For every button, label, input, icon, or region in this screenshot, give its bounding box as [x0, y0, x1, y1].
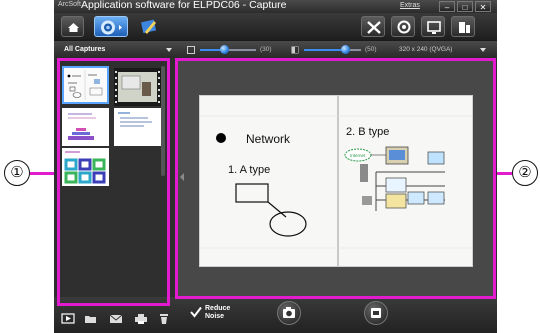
capture-thumbnail-3[interactable] — [62, 108, 109, 146]
capture-photo-button[interactable] — [277, 301, 301, 325]
tools-button[interactable] — [361, 16, 385, 37]
brightness-slider-handle[interactable] — [219, 45, 229, 54]
freeze-button[interactable] — [451, 16, 475, 37]
annotate-button[interactable] — [137, 16, 161, 37]
capture-mode-button[interactable] — [94, 16, 128, 37]
contrast-slider-fill — [304, 49, 346, 51]
thumbnail-image — [62, 148, 109, 186]
contrast-value: (50) — [365, 46, 377, 53]
delete-icon[interactable] — [157, 313, 171, 325]
minimize-button[interactable]: – — [439, 1, 455, 12]
capture-controls-bar: All Captures (30) (50) 320 x 240 (QVGA) — [54, 40, 497, 58]
bottom-toolbar: Reduce Noise — [54, 297, 497, 333]
slideshow-icon[interactable] — [61, 313, 75, 325]
collapse-arrow-icon[interactable] — [180, 173, 184, 181]
open-folder-icon[interactable] — [84, 313, 98, 325]
reduce-noise-checkbox[interactable] — [190, 306, 202, 318]
home-button[interactable] — [61, 16, 84, 37]
reduce-noise-label-line-1: Reduce — [205, 305, 231, 312]
reduce-noise-label-line-2: Noise — [205, 313, 225, 320]
callout-1-leader — [30, 172, 57, 175]
freeze-icon — [459, 22, 470, 33]
slide-left-heading: 1. A type — [228, 164, 270, 176]
thumbnail-image — [114, 108, 161, 146]
video-thumbnail-image — [114, 68, 161, 106]
main-toolbar — [54, 13, 497, 40]
callout-2-leader — [496, 172, 512, 175]
close-button[interactable]: ✕ — [475, 1, 491, 12]
live-preview-image: Network 1. A type 2. B type Internet — [199, 95, 473, 267]
display-button[interactable] — [421, 16, 445, 37]
application-window: ArcSoft Application software for ELPDC06… — [54, 0, 497, 333]
contrast-icon — [291, 46, 299, 54]
callout-1: ① — [4, 160, 30, 186]
restore-button[interactable]: □ — [457, 1, 473, 12]
camera-detect-icon — [397, 20, 411, 34]
slide-right-heading: 2. B type — [346, 126, 389, 138]
preview-area: Network 1. A type 2. B type Internet — [177, 60, 495, 296]
thumbnail-image — [64, 68, 107, 102]
whiteboard-content: Network 1. A type 2. B type Internet — [200, 96, 472, 266]
display-icon — [427, 21, 441, 34]
title-bar: ArcSoft Application software for ELPDC06… — [54, 0, 497, 13]
home-icon — [68, 23, 79, 32]
camera-icon — [283, 307, 295, 318]
camera-capture-mode-icon — [101, 20, 122, 35]
record-video-button[interactable] — [364, 301, 388, 325]
capture-thumbnail-2[interactable] — [114, 68, 161, 106]
video-camera-icon — [371, 308, 381, 318]
capture-thumbnail-5[interactable] — [62, 148, 109, 186]
reduce-noise-label: Reduce Noise — [205, 305, 230, 321]
thumbnail-scrollbar[interactable] — [161, 66, 165, 176]
chevron-down-icon[interactable] — [166, 48, 172, 52]
brand-label: ArcSoft — [58, 1, 81, 8]
brightness-icon — [187, 46, 195, 54]
slide-cloud-label: Internet — [350, 153, 366, 158]
annotate-icon — [141, 19, 157, 34]
brightness-value: (30) — [260, 46, 272, 53]
window-title: Application software for ELPDC06 - Captu… — [81, 0, 287, 11]
capture-thumbnail-1[interactable] — [62, 66, 109, 104]
resolution-select[interactable]: 320 x 240 (QVGA) — [399, 46, 452, 53]
capture-filter-select[interactable]: All Captures — [64, 46, 105, 53]
email-icon[interactable] — [109, 313, 123, 325]
contrast-slider-handle[interactable] — [341, 45, 351, 54]
camera-detect-button[interactable] — [391, 16, 415, 37]
callout-2: ② — [512, 160, 538, 186]
capture-thumbnail-4[interactable] — [114, 108, 161, 146]
resolution-chevron-icon[interactable] — [480, 48, 486, 52]
settings-tools-icon — [367, 21, 381, 34]
extras-menu[interactable]: Extras — [400, 2, 420, 9]
thumbnail-image — [62, 108, 109, 146]
slide-bullet-text: Network — [246, 132, 291, 146]
print-icon[interactable] — [134, 313, 148, 325]
captures-panel — [57, 58, 167, 305]
